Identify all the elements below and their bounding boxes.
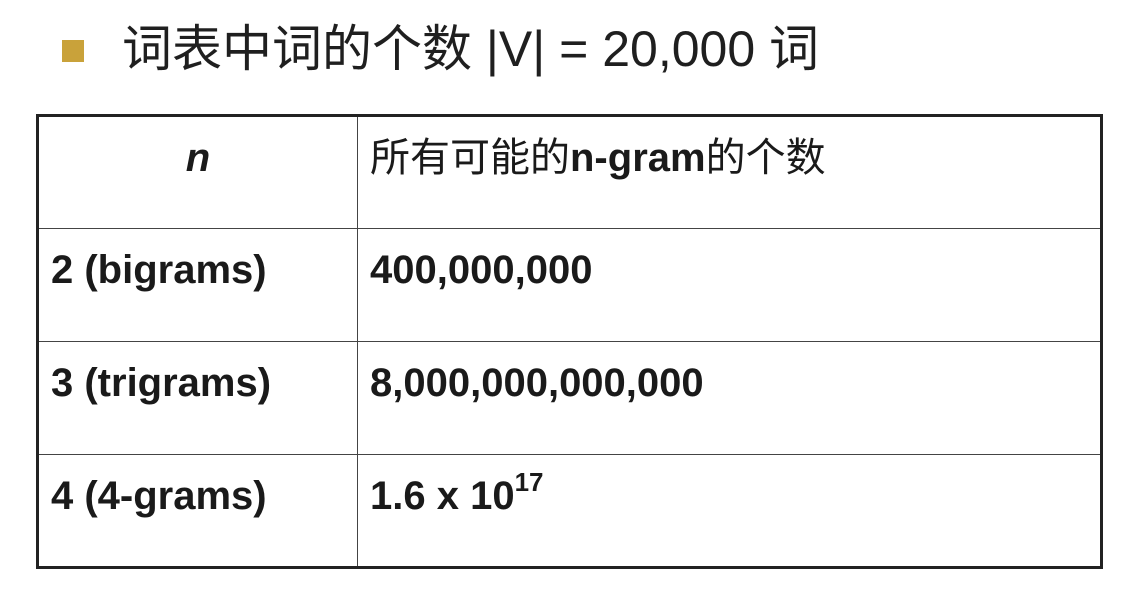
row-count-base: 1.6 x 10 <box>370 474 515 518</box>
row-count-cell: 8,000,000,000,000 <box>357 341 1102 455</box>
vocabulary-size-text: 词表中词的个数 |V| = 20,000 词 <box>122 21 820 77</box>
header-count-label: 所有可能的n-gram的个数 <box>358 117 1100 180</box>
header-n-cell: n <box>37 115 358 229</box>
table-row: 3 (trigrams) 8,000,000,000,000 <box>37 341 1102 455</box>
header-count-cell: 所有可能的n-gram的个数 <box>357 115 1102 229</box>
row-n-cell: 2 (bigrams) <box>37 228 358 342</box>
row-count-cell: 1.6 x 1017 <box>357 454 1102 568</box>
row-count-cell: 400,000,000 <box>357 228 1102 342</box>
bullet-line: 词表中词的个数 |V| = 20,000 词 <box>62 14 819 84</box>
table-row: 2 (bigrams) 400,000,000 <box>37 228 1102 342</box>
row-n-cell: 4 (4-grams) <box>37 454 358 568</box>
table-header-row: n 所有可能的n-gram的个数 <box>37 115 1102 229</box>
row-n-label: 4 (4-grams) <box>51 474 267 518</box>
row-count-exponent: 17 <box>514 466 544 497</box>
ngram-count-table: n 所有可能的n-gram的个数 2 (bigrams) 400,000,000… <box>36 114 1103 569</box>
row-count-value: 1.6 x 1017 <box>358 455 1100 518</box>
row-count-value: 400,000,000 <box>370 248 593 292</box>
row-n-label: 2 (bigrams) <box>51 248 267 292</box>
header-n-label: n <box>185 136 211 180</box>
row-n-label: 3 (trigrams) <box>51 361 272 405</box>
header-count-suffix: 的个数 <box>705 136 826 180</box>
square-bullet-icon <box>62 40 84 62</box>
row-count-value: 8,000,000,000,000 <box>370 361 704 405</box>
table-row: 4 (4-grams) 1.6 x 1017 <box>37 454 1102 568</box>
header-count-ngram: n-gram <box>570 136 706 180</box>
row-n-cell: 3 (trigrams) <box>37 341 358 455</box>
header-count-prefix: 所有可能的 <box>370 136 570 180</box>
